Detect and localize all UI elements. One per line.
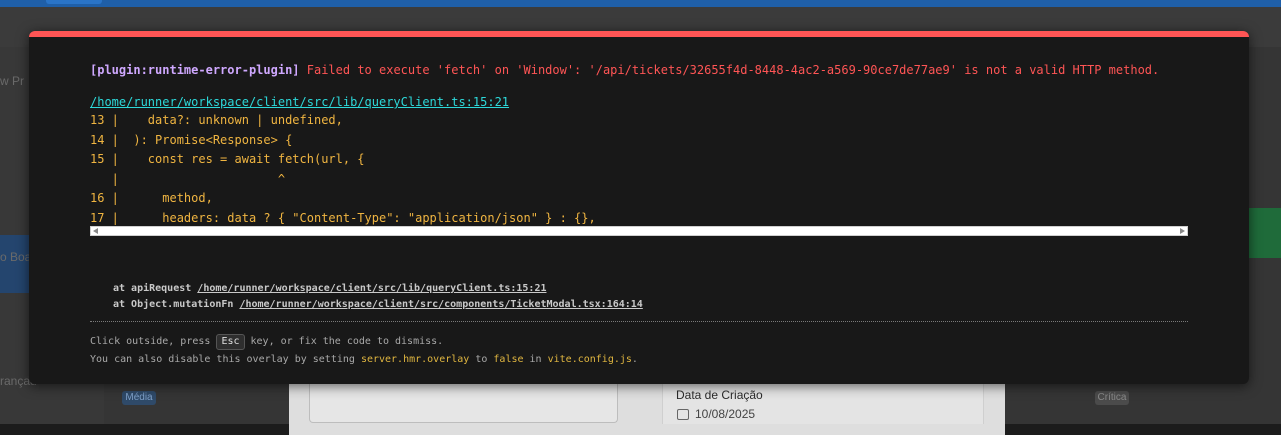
calendar-icon xyxy=(677,409,689,420)
stack-link[interactable]: /home/runner/workspace/client/src/compon… xyxy=(239,299,642,310)
error-text: Failed to execute 'fetch' on 'Window': '… xyxy=(306,63,1160,77)
creation-date-value: 10/08/2025 xyxy=(695,407,756,421)
top-bar-button[interactable] xyxy=(46,0,102,4)
code-line: | ^ xyxy=(90,171,286,186)
top-bar xyxy=(0,0,1281,7)
description-textarea[interactable] xyxy=(309,380,618,423)
tip-code: vite.config.js xyxy=(547,354,632,365)
tip-code: false xyxy=(493,354,524,365)
tip-text: in xyxy=(523,354,548,365)
error-overlay[interactable]: [plugin:runtime-error-plugin] Failed to … xyxy=(29,31,1249,384)
stack-link[interactable]: /home/runner/workspace/client/src/lib/qu… xyxy=(197,283,546,294)
status-column xyxy=(1249,208,1281,258)
scroll-left-icon[interactable] xyxy=(93,228,98,234)
divider xyxy=(90,321,1188,322)
error-file-link[interactable]: /home/runner/workspace/client/src/lib/qu… xyxy=(90,95,509,109)
disable-tip: You can also disable this overlay by set… xyxy=(90,354,638,365)
stack-fn: at apiRequest xyxy=(113,283,198,294)
stack-row: at Object.mutationFn /home/runner/worksp… xyxy=(113,297,643,313)
esc-key: Esc xyxy=(216,334,245,350)
tip-code: server.hmr.overlay xyxy=(360,354,470,365)
scroll-right-icon[interactable] xyxy=(1180,228,1185,234)
tip-text: . xyxy=(631,354,638,365)
code-line: 16 | method, xyxy=(90,191,213,205)
code-line: 13 | data?: unknown | undefined, xyxy=(90,113,343,127)
tip-text: to xyxy=(469,354,494,365)
error-message: [plugin:runtime-error-plugin] Failed to … xyxy=(90,63,1159,77)
tip-text: Click outside, press xyxy=(90,336,217,347)
code-line: 15 | const res = await fetch(url, { xyxy=(90,152,365,166)
tip-text: You can also disable this overlay by set… xyxy=(90,354,361,365)
sidebar-text: w Pr xyxy=(0,74,24,88)
horizontal-scrollbar[interactable] xyxy=(90,226,1188,236)
stack-row: at apiRequest /home/runner/workspace/cli… xyxy=(113,281,643,297)
dismiss-tip: Click outside, press Esc key, or fix the… xyxy=(90,334,443,350)
stack-trace: at apiRequest /home/runner/workspace/cli… xyxy=(113,281,643,313)
tip-text: key, or fix the code to dismiss. xyxy=(244,336,444,347)
stack-fn: at Object.mutationFn xyxy=(113,299,240,310)
code-frame: 13 | data?: unknown | undefined, 14 | ):… xyxy=(90,111,1188,228)
creation-date-label: Data de Criação xyxy=(676,388,763,402)
plugin-tag: [plugin:runtime-error-plugin] xyxy=(90,63,300,77)
priority-badge: Crítica xyxy=(1095,391,1129,405)
priority-badge: Média xyxy=(122,391,156,405)
code-line: 14 | ): Promise<Response> { xyxy=(90,132,293,147)
